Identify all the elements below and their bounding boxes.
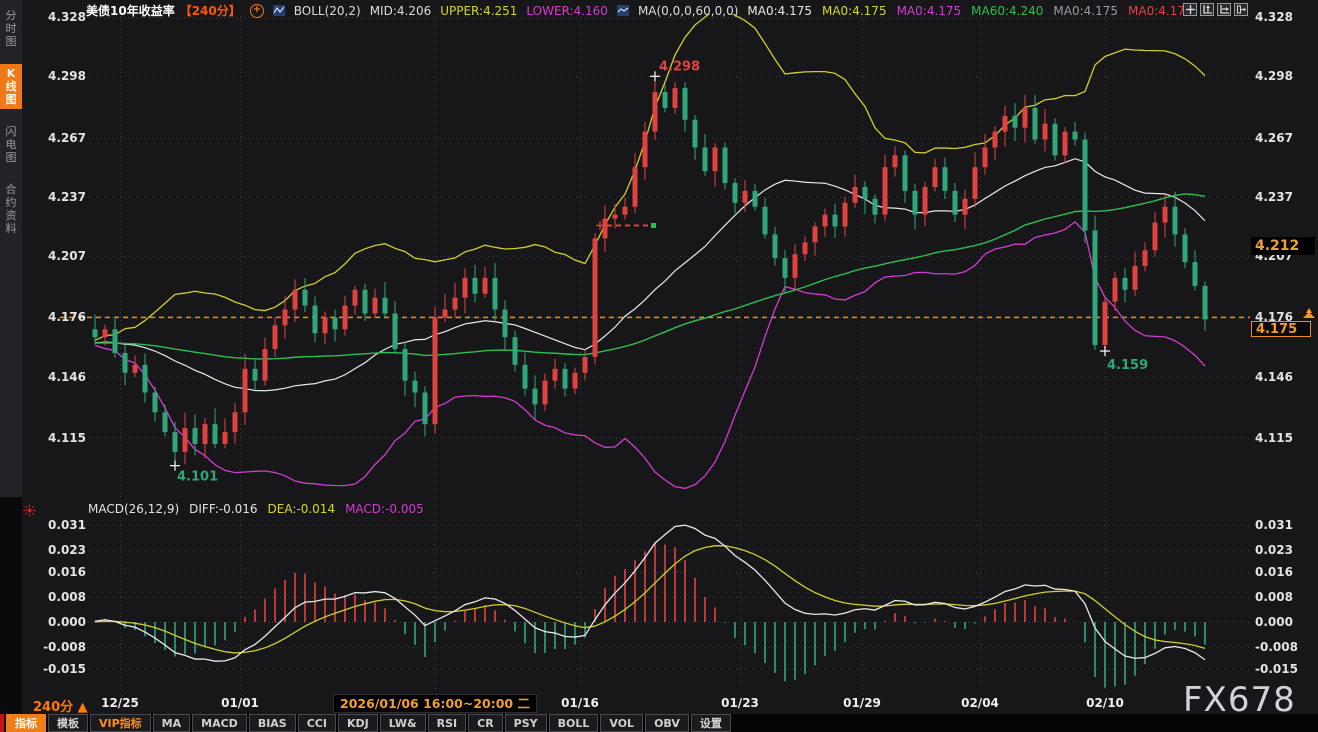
indicator-button-ma[interactable]: MA [153, 714, 190, 732]
ma-value-0: MA0:4.175 [747, 4, 812, 18]
price-axis-label-right-4.115: 4.115 [1255, 431, 1293, 445]
price-axis-label-left-4.237: 4.237 [40, 190, 86, 204]
ma-value-3: MA60:4.240 [971, 4, 1043, 18]
zoom-vertical-tool-icon[interactable] [1200, 3, 1214, 16]
indicator-button-bias[interactable]: BIAS [249, 714, 296, 732]
boll-indicator-icon[interactable] [273, 5, 285, 16]
boll-lower-value: LOWER:4.160 [526, 4, 608, 18]
instrument-title: 美债10年收益率 [86, 2, 175, 19]
ma-indicator-icon[interactable] [617, 5, 629, 16]
boll-mid-value: MID:4.206 [370, 4, 432, 18]
toolbar-red-marker [0, 714, 4, 732]
price-axis-label-right-4.298: 4.298 [1255, 69, 1293, 83]
add-indicator-icon[interactable]: + [250, 4, 264, 18]
price-axis-label-left-4.207: 4.207 [40, 249, 86, 263]
ma-value-1: MA0:4.175 [822, 4, 887, 18]
zoom-horizontal-tool-icon[interactable] [1217, 3, 1231, 16]
price-annotation-4.159: 4.159 [1107, 358, 1148, 373]
macd-axis-label-right-0.016: 0.016 [1255, 565, 1293, 579]
toolbar-tab-templates[interactable]: 模板 [48, 714, 88, 732]
macd-header-bar: MACD(26,12,9) DIFF:-0.016 DEA:-0.014 MAC… [88, 502, 424, 516]
price-axis-label-right-4.267: 4.267 [1255, 131, 1293, 145]
indicator-button-psy[interactable]: PSY [505, 714, 547, 732]
indicator-button-settings[interactable]: 设置 [691, 714, 731, 732]
last-price-badge: 4.175 [1251, 321, 1311, 337]
cursor-price-badge: 4.212 [1251, 237, 1315, 255]
price-axis-label-right-4.146: 4.146 [1255, 370, 1293, 384]
macd-axis-label-left-0.008: 0.008 [40, 590, 86, 604]
macd-axis-label-right-0.008: 0.008 [1255, 590, 1293, 604]
indicator-button-kdj[interactable]: KDJ [338, 714, 378, 732]
macd-settings-icon[interactable] [23, 502, 36, 521]
price-axis-label-left-4.267: 4.267 [40, 131, 86, 145]
toolbar-tab-indicators[interactable]: 指标 [6, 714, 46, 732]
boll-params-label: BOLL(20,2) [294, 4, 361, 18]
x-axis-tick-01-01: 01/01 [221, 696, 259, 710]
toolbar-tab-vip-indicators[interactable]: VIP指标 [90, 714, 151, 732]
x-axis-tick-01-16: 01/16 [561, 696, 599, 710]
macd-axis-label-right-0.000: 0.000 [1255, 615, 1293, 629]
ma-value-4: MA0:4.175 [1053, 4, 1118, 18]
indicator-header-bar: 美债10年收益率 【240分】 + BOLL(20,2) MID:4.206 U… [86, 2, 1193, 19]
boll-upper-value: UPPER:4.251 [440, 4, 517, 18]
macd-axis-label-left--0.008: -0.008 [40, 640, 86, 654]
x-axis-tick-02-04: 02/04 [961, 696, 999, 710]
candlestick-chart-canvas[interactable]: 4.298 4.159 4.101 [0, 0, 1318, 714]
indicator-button-macd[interactable]: MACD [192, 714, 247, 732]
price-alert-icon [1302, 304, 1316, 323]
price-axis-label-left-4.298: 4.298 [40, 69, 86, 83]
x-axis-tick-12-25: 12/25 [101, 696, 139, 710]
x-axis-tick-01-29: 01/29 [843, 696, 881, 710]
indicator-toolbar: 指标模板VIP指标MAMACDBIASCCIKDJLW&RSICRPSYBOLL… [0, 714, 1318, 732]
macd-axis-label-left-0.016: 0.016 [40, 565, 86, 579]
indicator-button-vol[interactable]: VOL [600, 714, 643, 732]
ma-params-label: MA(0,0,0,60,0,0) [638, 4, 738, 18]
price-axis-label-right-4.328: 4.328 [1255, 10, 1293, 24]
price-axis-label-right-4.237: 4.237 [1255, 190, 1293, 204]
macd-params-label: MACD(26,12,9) [88, 502, 179, 516]
macd-axis-label-left-0.000: 0.000 [40, 615, 86, 629]
macd-axis-label-left-0.023: 0.023 [40, 543, 86, 557]
x-axis-tick-02-10: 02/10 [1086, 696, 1124, 710]
price-axis-label-left-4.176: 4.176 [40, 310, 86, 324]
macd-axis-label-right-0.031: 0.031 [1255, 518, 1293, 532]
price-axis-label-left-4.115: 4.115 [40, 431, 86, 445]
price-annotation-4.298: 4.298 [659, 59, 700, 74]
chart-application-window: 分 时 图K 线 图闪 电 图合 约 资 料 4.2984.1594.101 美… [0, 0, 1318, 732]
indicator-button-cr[interactable]: CR [468, 714, 503, 732]
indicator-button-obv[interactable]: OBV [645, 714, 689, 732]
macd-axis-label-right-0.023: 0.023 [1255, 543, 1293, 557]
indicator-button-lw[interactable]: LW& [380, 714, 426, 732]
price-annotation-4.101: 4.101 [177, 470, 218, 485]
macd-axis-label-left-0.031: 0.031 [40, 518, 86, 532]
macd-dea-value: DEA:-0.014 [268, 502, 336, 516]
indicator-button-boll[interactable]: BOLL [549, 714, 599, 732]
chart-tool-buttons [1183, 3, 1248, 16]
indicator-button-rsi[interactable]: RSI [428, 714, 467, 732]
indicator-button-cci[interactable]: CCI [298, 714, 336, 732]
ma-value-2: MA0:4.175 [897, 4, 962, 18]
price-axis-label-left-4.146: 4.146 [40, 370, 86, 384]
crosshair-tool-icon[interactable] [1183, 3, 1197, 16]
x-axis-tick-01-23: 01/23 [721, 696, 759, 710]
macd-diff-value: DIFF:-0.016 [189, 502, 257, 516]
ma-values-group: MA0:4.175 MA0:4.175 MA0:4.175 MA60:4.240 MA0… [747, 4, 1192, 18]
macd-axis-label-right--0.008: -0.008 [1255, 640, 1298, 654]
price-axis-label-left-4.328: 4.328 [40, 10, 86, 24]
macd-axis-label-left--0.015: -0.015 [40, 662, 86, 676]
pan-right-tool-icon[interactable] [1234, 3, 1248, 16]
period-label: 【240分】 [180, 2, 241, 19]
macd-axis-label-right--0.015: -0.015 [1255, 662, 1298, 676]
selected-candle-date-box: 2026/01/06 16:00~20:00 二 [333, 694, 537, 713]
current-period-status: 240分 ▲ [33, 696, 88, 715]
macd-macd-value: MACD:-0.005 [345, 502, 424, 516]
